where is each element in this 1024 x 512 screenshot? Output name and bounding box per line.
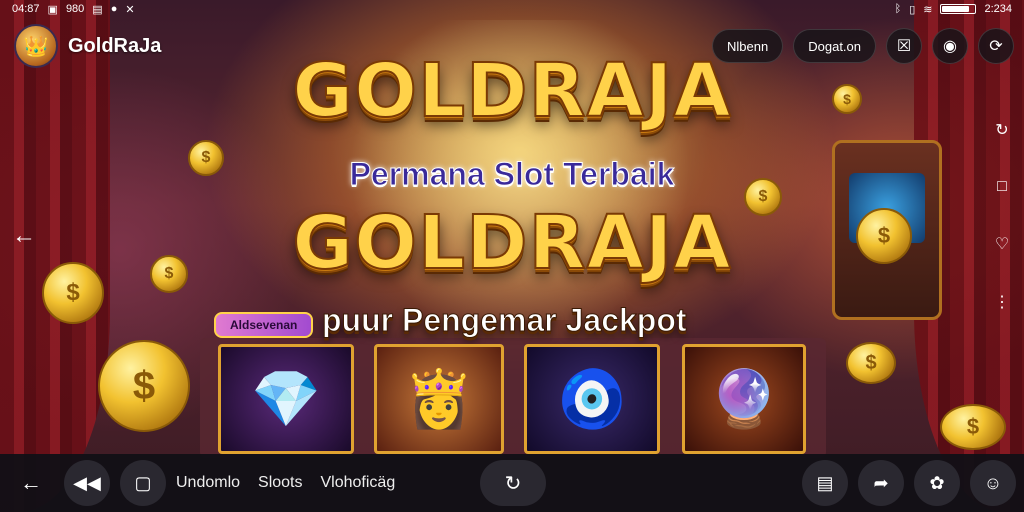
battery-fill bbox=[942, 6, 970, 12]
banner-subtitle-wrap: Permana Slot Terbaik bbox=[0, 156, 1024, 193]
status-bar: 04:87 ▣ 980 ▤ ● ✕ ᛒ ▯ ≋ 2:234 bbox=[0, 0, 1024, 18]
nav-link-slots[interactable]: Sloots bbox=[258, 474, 302, 492]
gallery-icon: ▣ bbox=[47, 3, 58, 16]
princess-icon: 👸 bbox=[404, 367, 474, 430]
rewind-icon[interactable]: ◀◀ bbox=[64, 460, 110, 506]
bluetooth-icon: ᛒ bbox=[894, 3, 902, 15]
vibrate-icon: ▯ bbox=[909, 3, 916, 16]
document-icon[interactable]: ▤ bbox=[802, 460, 848, 506]
status-carrier: 980 bbox=[65, 3, 85, 15]
battery-icon bbox=[940, 4, 977, 14]
message-icon: ▤ bbox=[92, 3, 103, 16]
coin-icon: $ bbox=[98, 340, 190, 432]
coin-icon: $ bbox=[940, 404, 1006, 450]
nav-link-home[interactable]: Undomlo bbox=[176, 474, 240, 492]
gem-icon: 💎 bbox=[251, 367, 321, 430]
nav-link-notification[interactable]: Vlohoficäg bbox=[321, 474, 396, 492]
status-time-right: 2:234 bbox=[984, 3, 1012, 15]
banner-subtitle: Permana Slot Terbaik bbox=[349, 156, 675, 193]
muted-icon: ✕ bbox=[125, 3, 135, 16]
wifi-icon: ≋ bbox=[923, 3, 933, 16]
banner-title-bottom: GOLDRAJA bbox=[291, 199, 732, 287]
coin-icon: $ bbox=[846, 342, 896, 384]
banner-title-top: GOLDRAJA bbox=[291, 47, 732, 135]
share-arrow-icon[interactable]: ➦ bbox=[858, 460, 904, 506]
banner-tagline: puur Pengemar Jackpot bbox=[322, 302, 688, 339]
more-icon[interactable]: ⋮ bbox=[994, 292, 1010, 312]
promo-tag[interactable]: Aldsevenan bbox=[214, 312, 314, 338]
emoji-icon[interactable]: ☺ bbox=[970, 460, 1016, 506]
settings-icon[interactable]: ✿ bbox=[914, 460, 960, 506]
game-tile-gem[interactable]: 💎 bbox=[218, 344, 354, 454]
bottom-nav: ← ◀◀ ▢ Undomlo Sloots Vlohoficäg ↻ ▤ ➦ ✿… bbox=[0, 454, 1024, 512]
jewel-amulet-icon: 🧿 bbox=[557, 367, 627, 430]
status-time-left: 04:87 bbox=[12, 3, 40, 15]
back-icon[interactable]: ← bbox=[8, 460, 54, 506]
game-tile-princess[interactable]: 👸 bbox=[374, 344, 504, 454]
orb-icon: 🔮 bbox=[709, 367, 779, 430]
game-tile-amulet[interactable]: 🧿 bbox=[524, 344, 660, 454]
stop-square-icon[interactable]: ▢ bbox=[120, 460, 166, 506]
game-tile-orb[interactable]: 🔮 bbox=[682, 344, 806, 454]
refresh-center-icon[interactable]: ↻ bbox=[480, 460, 546, 506]
location-icon: ● bbox=[110, 3, 118, 15]
